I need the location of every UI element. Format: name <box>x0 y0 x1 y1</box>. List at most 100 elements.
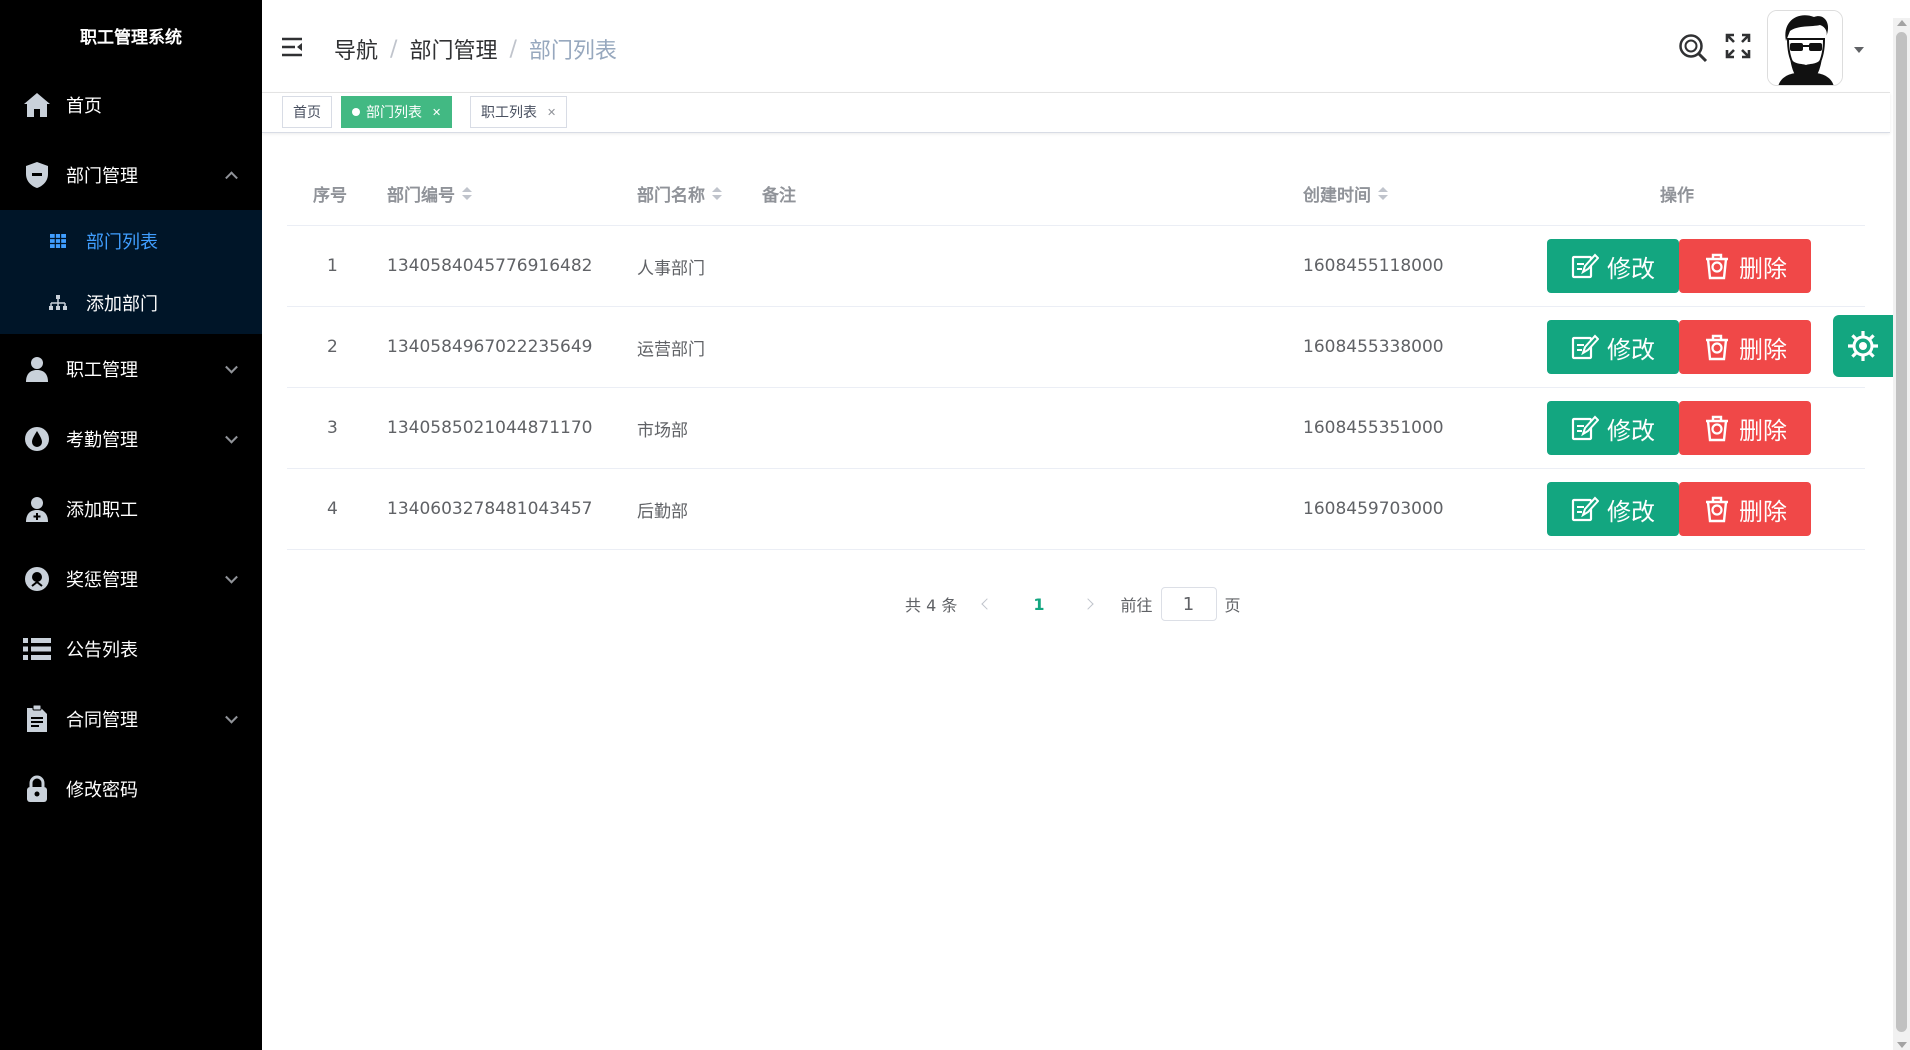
table-row: 2 1340584967022235649 运营部门 1608455338000… <box>287 307 1865 388</box>
fullscreen-icon[interactable] <box>1725 33 1755 63</box>
home-icon <box>22 90 52 120</box>
edit-button[interactable]: 修改 <box>1547 482 1679 536</box>
sort-icon[interactable] <box>462 186 472 200</box>
chevron-down-icon <box>225 710 238 724</box>
tag-staff-list[interactable]: 职工列表 ✕ <box>470 96 568 128</box>
org-chart-icon <box>48 293 68 313</box>
cell-created: 1608455338000 <box>1303 337 1444 357</box>
goto-label: 前往 <box>1120 596 1153 615</box>
sidebar-item-add-department[interactable]: 添加部门 <box>0 272 262 334</box>
sidebar-item-add-staff[interactable]: 添加职工 <box>0 474 262 544</box>
hamburger-icon[interactable] <box>282 37 304 57</box>
delete-button[interactable]: 删除 <box>1679 239 1811 293</box>
chevron-right-icon[interactable] <box>1083 596 1099 612</box>
close-icon[interactable]: ✕ <box>547 106 556 119</box>
sort-icon[interactable] <box>712 186 722 200</box>
sidebar-item-label: 合同管理 <box>66 710 138 731</box>
submenu-department: 部门列表 添加部门 <box>0 210 262 334</box>
chevron-down-icon <box>225 430 238 444</box>
sidebar-item-label: 部门列表 <box>86 232 158 253</box>
sort-icon[interactable] <box>1378 186 1388 200</box>
sidebar-item-label: 部门管理 <box>66 166 138 187</box>
column-header-dept-id[interactable]: 部门编号 <box>387 160 472 226</box>
edit-button[interactable]: 修改 <box>1547 239 1679 293</box>
trash-icon <box>1706 334 1728 361</box>
edit-icon <box>1571 334 1599 360</box>
chevron-left-icon[interactable] <box>979 596 995 612</box>
active-dot-icon <box>352 108 360 116</box>
sidebar-item-notices[interactable]: 公告列表 <box>0 614 262 684</box>
cell-created: 1608455118000 <box>1303 256 1444 276</box>
sidebar-item-label: 考勤管理 <box>66 430 138 451</box>
settings-button[interactable] <box>1833 315 1893 377</box>
chevron-down-icon <box>225 360 238 374</box>
pagination: 共 4 条 1 前往 页 <box>905 587 1241 621</box>
edit-button[interactable]: 修改 <box>1547 320 1679 374</box>
sidebar-item-contracts[interactable]: 合同管理 <box>0 684 262 754</box>
tag-home[interactable]: 首页 <box>282 96 332 128</box>
app-title: 职工管理系统 <box>80 27 182 48</box>
goto-page-input[interactable] <box>1160 587 1217 621</box>
table-row: 3 1340585021044871170 市场部 1608455351000 … <box>287 388 1865 469</box>
pagination-total: 共 4 条 <box>905 596 958 615</box>
delete-button[interactable]: 删除 <box>1679 401 1811 455</box>
tag-label: 首页 <box>293 105 321 121</box>
sidebar-item-department-list[interactable]: 部门列表 <box>0 210 262 272</box>
tags-view: 首页 部门列表 ✕ 职工列表 ✕ <box>262 93 1890 133</box>
column-header-actions: 操作 <box>1660 185 1694 206</box>
cell-dept-id: 1340603278481043457 <box>387 499 593 519</box>
scroll-down-arrow-icon[interactable] <box>1897 1042 1907 1048</box>
table-row: 4 1340603278481043457 后勤部 1608459703000 … <box>287 469 1865 550</box>
sidebar-item-home[interactable]: 首页 <box>0 70 262 140</box>
avatar[interactable] <box>1767 10 1843 86</box>
sidebar-item-label: 修改密码 <box>66 780 138 801</box>
drop-icon <box>22 424 52 454</box>
cell-dept-id: 1340584967022235649 <box>387 337 593 357</box>
sidebar-item-change-password[interactable]: 修改密码 <box>0 754 262 824</box>
breadcrumb-item[interactable]: 部门管理 <box>409 33 497 65</box>
edit-button[interactable]: 修改 <box>1547 401 1679 455</box>
document-icon <box>22 704 52 734</box>
top-navbar: 导航 / 部门管理 / 部门列表 <box>262 3 1890 93</box>
edit-icon <box>1571 496 1599 522</box>
table-icon <box>48 231 68 251</box>
breadcrumb-separator: / <box>509 36 517 62</box>
sidebar-item-label: 职工管理 <box>66 360 138 381</box>
vertical-scrollbar[interactable] <box>1893 18 1910 1050</box>
edit-icon <box>1571 415 1599 441</box>
cell-created: 1608455351000 <box>1303 418 1444 438</box>
column-header-created[interactable]: 创建时间 <box>1303 160 1388 226</box>
scrollbar-thumb[interactable] <box>1896 32 1907 1032</box>
caret-down-icon[interactable] <box>1854 47 1864 53</box>
tag-label: 部门列表 <box>366 105 422 121</box>
scroll-up-arrow-icon[interactable] <box>1897 20 1907 26</box>
page-suffix-label: 页 <box>1224 596 1241 615</box>
sidebar-item-rewards[interactable]: 奖惩管理 <box>0 544 262 614</box>
delete-button[interactable]: 删除 <box>1679 320 1811 374</box>
delete-button[interactable]: 删除 <box>1679 482 1811 536</box>
trash-icon <box>1706 496 1728 523</box>
column-header-dept-name[interactable]: 部门名称 <box>637 160 722 226</box>
close-icon[interactable]: ✕ <box>432 106 441 119</box>
column-header-note: 备注 <box>762 185 796 206</box>
edit-icon <box>1571 253 1599 279</box>
cell-index: 2 <box>327 337 338 357</box>
sidebar-item-staff[interactable]: 职工管理 <box>0 334 262 404</box>
tag-department-list[interactable]: 部门列表 ✕ <box>341 96 453 128</box>
cell-dept-id: 1340584045776916482 <box>387 256 593 276</box>
trash-icon <box>1706 415 1728 442</box>
chevron-down-icon <box>225 570 238 584</box>
sidebar-item-label: 奖惩管理 <box>66 570 138 591</box>
breadcrumb-item[interactable]: 导航 <box>334 33 378 65</box>
table-header: 序号 部门编号 部门名称 备注 创建时间 操作 <box>287 160 1865 226</box>
table-row: 1 1340584045776916482 人事部门 1608455118000… <box>287 226 1865 307</box>
breadcrumb-separator: / <box>390 36 398 62</box>
chevron-up-icon <box>225 171 238 185</box>
cell-index: 1 <box>327 256 338 276</box>
page-number[interactable]: 1 <box>1033 595 1044 614</box>
search-icon[interactable] <box>1678 33 1708 63</box>
sidebar-item-attendance[interactable]: 考勤管理 <box>0 404 262 474</box>
cell-dept-name: 市场部 <box>637 420 688 441</box>
sidebar-item-label: 添加部门 <box>86 294 158 315</box>
sidebar-item-department[interactable]: 部门管理 <box>0 140 262 210</box>
